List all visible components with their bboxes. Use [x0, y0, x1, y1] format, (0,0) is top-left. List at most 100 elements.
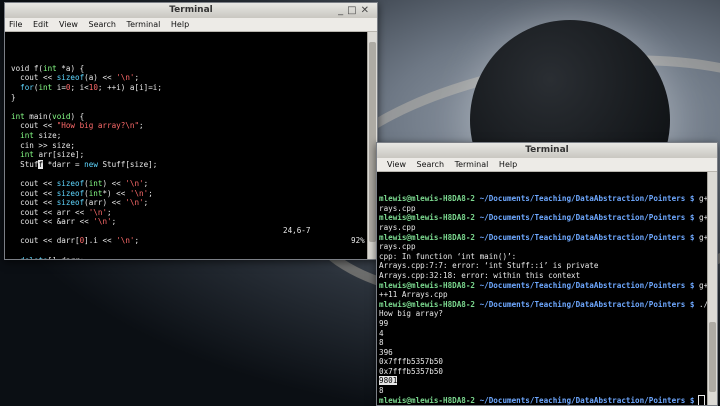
close-icon[interactable]: ✕: [361, 5, 373, 16]
prompt-user: mlewis@mlewis-H8DA8-2: [379, 395, 476, 405]
code-token: cout <<: [11, 198, 57, 208]
menu-edit[interactable]: Edit: [33, 20, 49, 29]
code-token: ) <<: [102, 178, 126, 188]
code-token: [] darr;: [48, 256, 85, 259]
prompt-path: ~/Documents/Teaching/DataAbstraction/Poi…: [475, 194, 695, 204]
prompt-path: ~/Documents/Teaching/DataAbstraction/Poi…: [475, 280, 695, 290]
code-token: (arr) <<: [84, 198, 126, 208]
shell-prompt-line: mlewis@mlewis-H8DA8-2 ~/Documents/Teachi…: [379, 213, 717, 223]
code-token: ;: [107, 207, 112, 217]
vim-status-line: 24,6-7 92%: [5, 217, 368, 255]
prompt-user: mlewis@mlewis-H8DA8-2: [379, 232, 476, 242]
menubar: File Edit View Search Terminal Help: [5, 18, 377, 32]
prompt-user: mlewis@mlewis-H8DA8-2: [379, 213, 476, 223]
menu-help[interactable]: Help: [499, 160, 517, 169]
prompt-path: ~/Documents/Teaching/DataAbstraction/Poi…: [475, 299, 695, 309]
terminal-window-shell[interactable]: Terminal View Search Terminal Help mlewi…: [376, 142, 718, 406]
menubar: View Search Terminal Help: [377, 158, 717, 172]
code-token: }: [11, 92, 16, 102]
output-text: Arrays.cpp:7:7: error: ‘int Stuff::i’ is…: [379, 261, 599, 271]
code-token: '\n': [125, 198, 144, 208]
code-token: Stuff[size];: [97, 159, 158, 169]
prompt-user: mlewis@mlewis-H8DA8-2: [379, 280, 476, 290]
shell-output-line: 99: [379, 319, 717, 329]
window-controls: _□✕: [338, 3, 373, 18]
window-titlebar[interactable]: Terminal: [377, 143, 717, 158]
menu-search[interactable]: Search: [89, 20, 116, 29]
code-token: '\n': [125, 178, 144, 188]
code-token: delete: [20, 256, 47, 259]
shell-output-line: 0x7fffb5357b50: [379, 357, 717, 367]
menu-view[interactable]: View: [387, 160, 406, 169]
code-token: int: [43, 63, 57, 73]
terminal-window-editor[interactable]: Terminal _□✕ File Edit View Search Termi…: [4, 2, 378, 260]
editor-text-area[interactable]: void f(int *a) { cout << sizeof(a) << '\…: [5, 32, 377, 259]
code-token: '\n': [129, 188, 149, 198]
maximize-icon[interactable]: □: [347, 5, 360, 16]
code-token: '\n': [116, 73, 135, 83]
scroll-percent: 92%: [351, 235, 365, 245]
window-title: Terminal: [525, 145, 569, 155]
prompt-path: ~/Documents/Teaching/DataAbstraction/Poi…: [475, 232, 695, 242]
shell-output-area[interactable]: mlewis@mlewis-H8DA8-2 ~/Documents/Teachi…: [377, 172, 717, 405]
menu-terminal[interactable]: Terminal: [455, 160, 489, 169]
output-text: rays.cpp: [379, 203, 416, 213]
shell-output-line: rays.cpp: [379, 223, 717, 233]
prompt-path: ~/Documents/Teaching/DataAbstraction/Poi…: [475, 213, 695, 223]
code-token: new: [84, 159, 98, 169]
scrollbar[interactable]: [707, 172, 717, 405]
output-text: 4: [379, 328, 384, 338]
code-token: "How big array?\n": [56, 121, 140, 131]
code-token: ;: [134, 73, 140, 83]
shell-prompt-line: mlewis@mlewis-H8DA8-2 ~/Documents/Teachi…: [379, 281, 717, 291]
code-token: int: [20, 130, 34, 140]
menu-terminal[interactable]: Terminal: [127, 20, 161, 29]
code-token: cout <<: [11, 178, 57, 188]
code-token: ; ++i) a[i]=i;: [97, 82, 162, 92]
code-token: size;: [33, 130, 62, 140]
output-text: 0x7fffb5357b50: [379, 357, 444, 367]
code-token: void f(: [11, 63, 44, 73]
menu-search[interactable]: Search: [417, 160, 444, 169]
code-token: sizeof: [56, 188, 85, 198]
menu-file[interactable]: File: [9, 20, 22, 29]
menu-view[interactable]: View: [59, 20, 78, 29]
code-token: ;: [139, 121, 144, 131]
output-text: ++11 Arrays.cpp: [379, 290, 448, 300]
scrollbar-thumb[interactable]: [369, 42, 376, 242]
output-text: How big array?: [379, 309, 444, 319]
code-line: for(int i=0; i<10; ++i) a[i]=i;: [11, 83, 377, 93]
shell-output-line: ++11 Arrays.cpp: [379, 290, 717, 300]
code-token: sizeof: [56, 198, 85, 208]
window-title: Terminal: [169, 5, 213, 15]
shell-output-line: 396: [379, 348, 717, 358]
cursor-position: 24,6-7: [283, 226, 311, 236]
code-token: ; i<: [70, 82, 89, 92]
scrollbar-thumb[interactable]: [709, 322, 716, 392]
code-token: arr[size];: [33, 150, 85, 160]
code-token: int: [11, 111, 25, 121]
window-titlebar[interactable]: Terminal _□✕: [5, 3, 377, 18]
selected-output-text: 9801: [379, 376, 398, 386]
shell-output-line: 8: [379, 338, 717, 348]
code-line: }: [11, 93, 377, 103]
output-text: 99: [379, 318, 389, 328]
shell-output-line: rays.cpp: [379, 204, 717, 214]
menu-help[interactable]: Help: [171, 20, 189, 29]
shell-output-line: 9801: [379, 376, 717, 386]
minimize-icon[interactable]: _: [338, 5, 347, 16]
shell-prompt-line: mlewis@mlewis-H8DA8-2 ~/Documents/Teachi…: [379, 194, 717, 204]
output-text: 396: [379, 347, 393, 357]
shell-output-line: 4: [379, 329, 717, 339]
code-token: cout << arr <<: [11, 207, 89, 217]
prompt-path: ~/Documents/Teaching/DataAbstraction/Poi…: [475, 395, 695, 405]
code-line: cout << "How big array?\n";: [11, 121, 377, 131]
shell-prompt-line: mlewis@mlewis-H8DA8-2 ~/Documents/Teachi…: [379, 233, 717, 243]
prompt-user: mlewis@mlewis-H8DA8-2: [379, 299, 476, 309]
code-line: cout << sizeof(a) << '\n';: [11, 73, 377, 83]
code-token: int: [20, 150, 34, 160]
